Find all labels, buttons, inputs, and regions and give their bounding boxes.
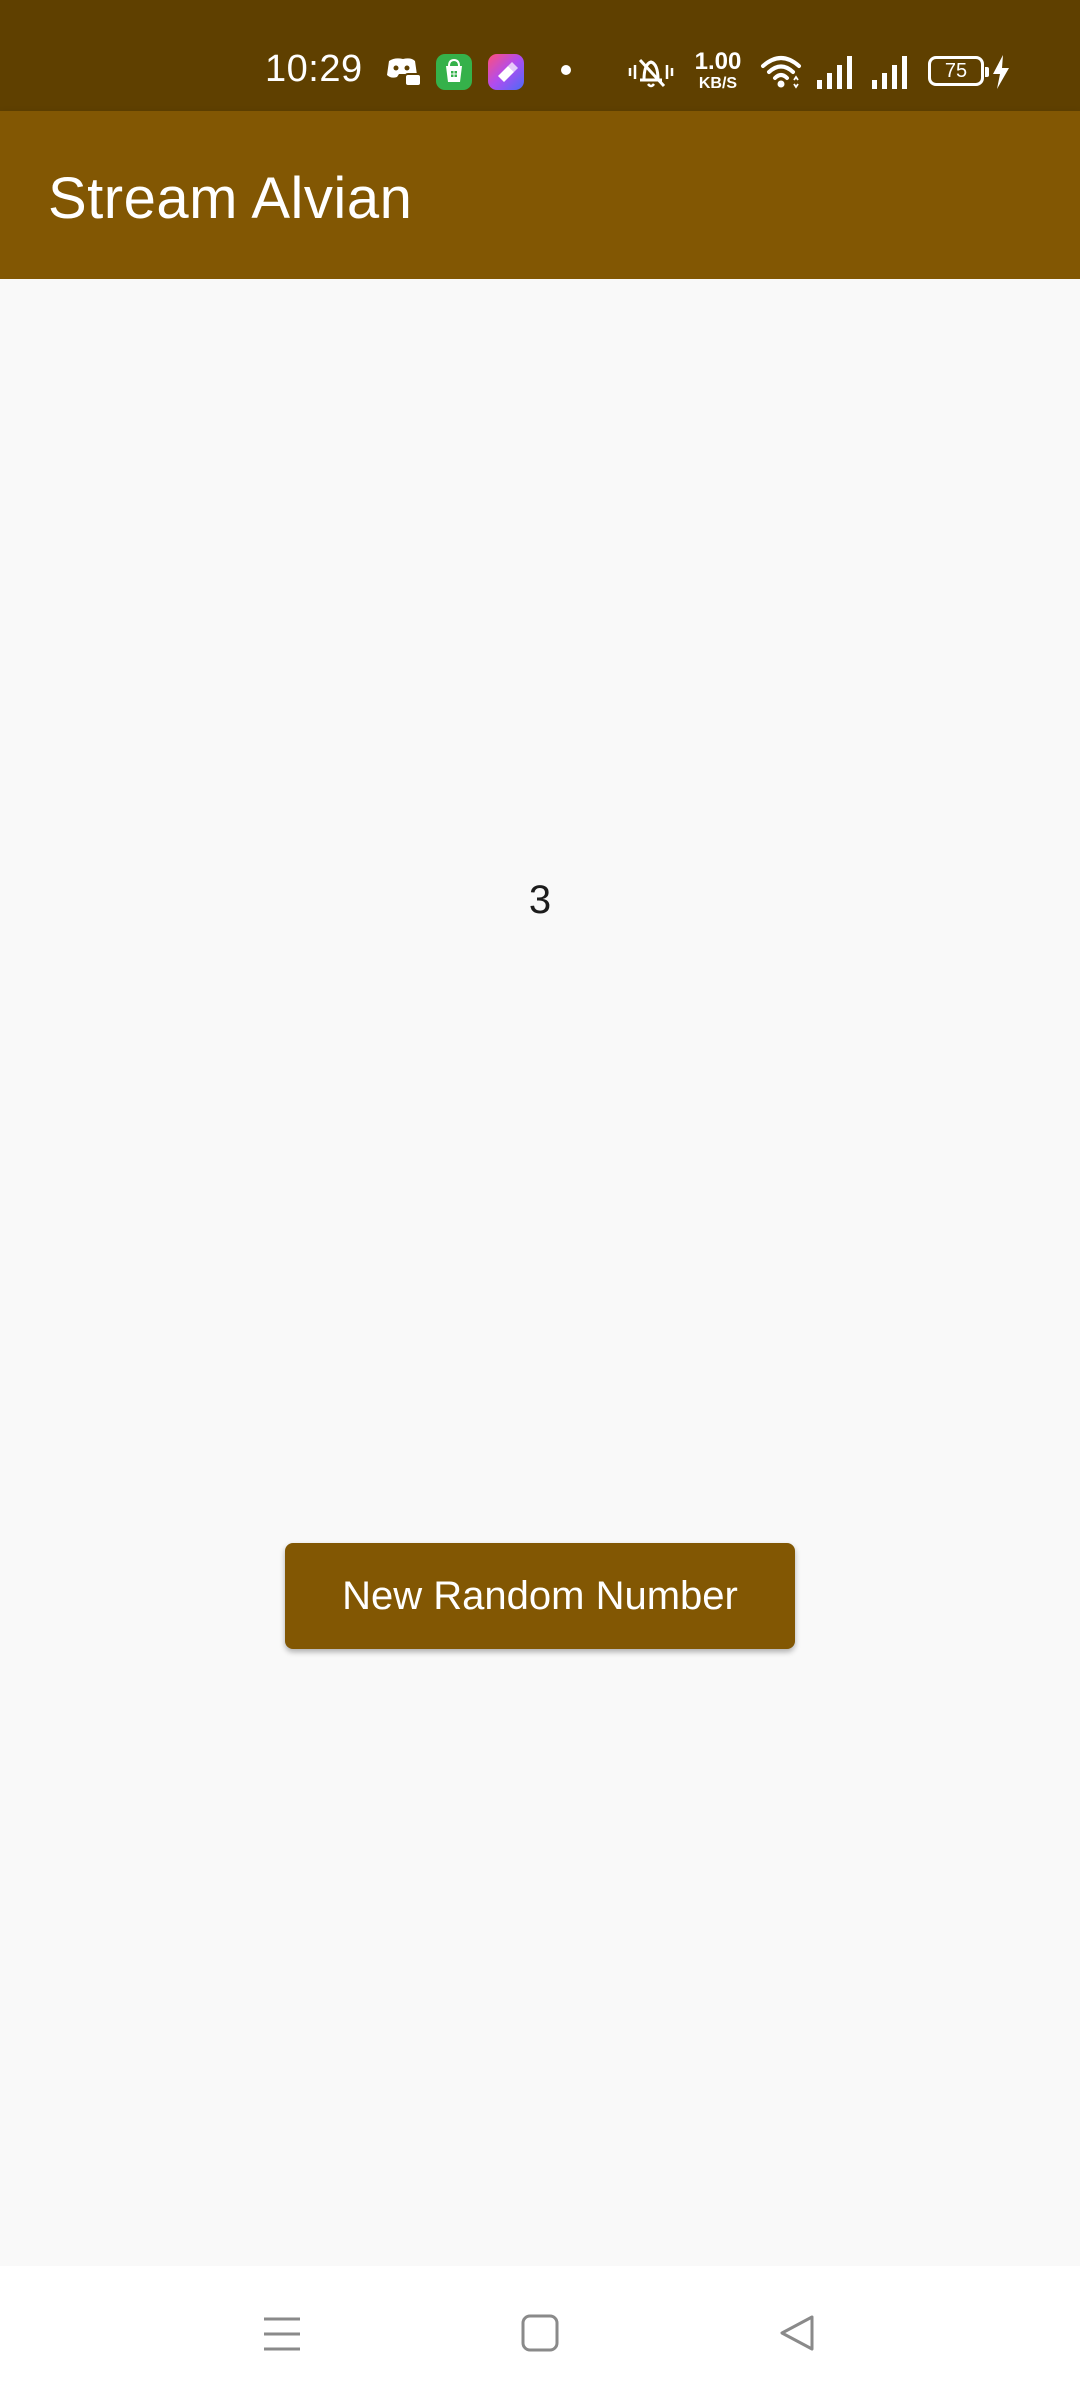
signal-icon [872, 56, 907, 89]
wifi-icon [761, 56, 801, 89]
status-time: 10:29 [265, 48, 363, 90]
dot-icon [561, 65, 571, 75]
main-content: 3 New Random Number [0, 279, 1080, 2266]
net-speed: 1.00 KB/S [690, 50, 746, 92]
navigation-bar [0, 2266, 1080, 2400]
signal-icon [817, 56, 852, 89]
net-speed-value: 1.00 [694, 48, 742, 75]
app-bar: Stream Alvian [0, 111, 1080, 279]
mute-icon [628, 58, 674, 88]
net-speed-unit: KB/S [698, 75, 738, 92]
charging-icon [993, 55, 1009, 89]
discord-icon [387, 58, 421, 87]
home-icon[interactable] [521, 2314, 559, 2352]
battery-icon: 75 [928, 56, 989, 86]
menu-icon[interactable] [262, 2316, 302, 2352]
back-icon[interactable] [778, 2314, 816, 2352]
store-icon [436, 54, 472, 90]
status-bar: 10:29 1.00 KB/S 75 [0, 0, 1080, 111]
new-random-number-button[interactable]: New Random Number [285, 1543, 795, 1649]
random-number: 3 [528, 878, 552, 922]
battery-level: 75 [944, 60, 968, 82]
shortcut-icon [488, 54, 524, 90]
app-title: Stream Alvian [48, 166, 413, 231]
